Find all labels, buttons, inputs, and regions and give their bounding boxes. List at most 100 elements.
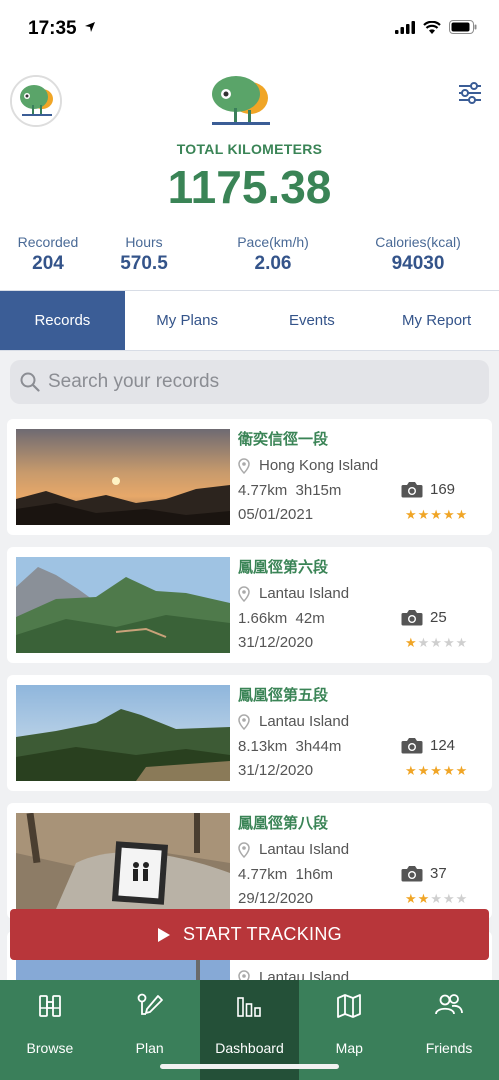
stat-label: Calories(kcal) — [375, 234, 461, 250]
stat-value: 204 — [32, 253, 64, 274]
home-indicator — [160, 1064, 339, 1069]
nav-label: Browse — [26, 1040, 74, 1056]
record-location-text: Hong Kong Island — [259, 457, 379, 474]
record-location-text: Lantau Island — [259, 713, 350, 730]
stat-hours: Hours 570.5 — [104, 234, 184, 275]
photo-count: 25 — [430, 609, 447, 626]
rating-stars: ★★★★★ — [405, 635, 469, 650]
record-location-text: Lantau Island — [259, 841, 350, 858]
location-pin-icon — [238, 713, 250, 730]
nav-label: Plan — [135, 1040, 164, 1056]
stat-value: 570.5 — [120, 253, 168, 274]
stat-label: Recorded — [17, 234, 79, 250]
stats-row: Recorded 204 Hours 570.5 Pace(km/h) 2.06… — [0, 234, 499, 282]
record-photo-count: 124 — [401, 737, 455, 754]
total-kilometers-value: 1175.38 — [167, 161, 332, 213]
location-pin-icon — [238, 585, 250, 602]
nav-browse[interactable]: Browse — [0, 980, 100, 1080]
rating-stars: ★★★★★ — [405, 763, 469, 778]
avatar-logo-icon — [12, 77, 60, 125]
wifi-icon — [423, 20, 441, 34]
status-bar: 17:35 — [0, 0, 499, 58]
signal-icon — [395, 20, 415, 34]
stat-pace: Pace(km/h) 2.06 — [226, 234, 320, 275]
record-title: 鳳凰徑第五段 — [238, 687, 329, 704]
rating-stars: ★★★★★ — [405, 507, 469, 522]
record-location: Lantau Island — [238, 585, 349, 602]
battery-icon — [449, 20, 477, 34]
stat-calories: Calories(kcal) 94030 — [366, 234, 470, 275]
record-photo — [16, 557, 230, 653]
camera-icon — [401, 738, 423, 754]
record-location-text: Lantau Island — [259, 585, 350, 602]
record-date: 05/01/2021 — [238, 506, 314, 523]
records-list[interactable]: Search your records 衛奕信徑一段 Hong Kong Isl… — [0, 351, 499, 980]
record-date: 31/12/2020 — [238, 762, 314, 779]
tab-my-report[interactable]: My Report — [374, 291, 499, 350]
stat-value: 94030 — [391, 253, 445, 274]
record-photo — [16, 813, 230, 909]
stat-label: Pace(km/h) — [237, 234, 309, 250]
record-date: 31/12/2020 — [238, 634, 314, 651]
tab-events[interactable]: Events — [250, 291, 375, 350]
camera-icon — [401, 610, 423, 626]
record-distance-time: 4.77km 1h6m — [238, 866, 334, 883]
start-tracking-label: START TRACKING — [183, 924, 342, 944]
search-input[interactable]: Search your records — [10, 360, 489, 404]
record-location: Hong Kong Island — [238, 457, 378, 474]
binoculars-icon — [38, 995, 61, 1017]
avatar[interactable] — [10, 75, 62, 127]
record-location: Lantau Island — [238, 841, 349, 858]
photo-count: 37 — [430, 865, 447, 882]
record-card[interactable]: 鳳凰徑第八段 Lantau Island 4.77km 1h6m 29/12/2… — [7, 803, 492, 919]
record-date: 29/12/2020 — [238, 890, 314, 907]
record-photo — [16, 429, 230, 525]
camera-icon — [401, 866, 423, 882]
record-card[interactable]: 衛奕信徑一段 Hong Kong Island 4.77km 3h15m 05/… — [7, 419, 492, 535]
location-pin-icon — [238, 841, 250, 858]
location-pin-icon — [238, 457, 250, 474]
record-photo-count: 169 — [401, 481, 455, 498]
nav-label: Dashboard — [215, 1040, 284, 1056]
start-tracking-button[interactable]: START TRACKING — [10, 909, 489, 960]
nav-friends[interactable]: Friends — [399, 980, 499, 1080]
location-pin-icon — [238, 969, 250, 980]
photo-count: 169 — [430, 481, 456, 498]
play-icon — [158, 927, 171, 942]
map-icon — [337, 994, 362, 1018]
record-distance-time: 4.77km 3h15m — [238, 482, 342, 499]
record-photo — [16, 685, 230, 781]
bar-chart-icon — [237, 997, 262, 1017]
friends-icon — [435, 994, 463, 1015]
nav-label: Map — [335, 1040, 363, 1056]
total-kilometers-label: TOTAL KILOMETERS — [176, 141, 323, 157]
pen-route-icon — [137, 993, 163, 1015]
tab-my-plans[interactable]: My Plans — [125, 291, 250, 350]
stat-recorded: Recorded 204 — [10, 234, 86, 275]
record-distance-time: 8.13km 3h44m — [238, 738, 342, 755]
camera-icon — [401, 482, 423, 498]
record-location: Lantau Island — [238, 969, 349, 980]
record-photo-count: 25 — [401, 609, 447, 626]
location-arrow-icon — [85, 22, 95, 32]
record-photo-count: 37 — [401, 865, 447, 882]
nav-label: Friends — [425, 1040, 473, 1056]
stat-label: Hours — [125, 234, 163, 250]
tab-records[interactable]: Records — [0, 291, 125, 350]
stat-value: 2.06 — [254, 253, 292, 274]
filter-settings-icon[interactable] — [457, 82, 483, 104]
record-title: 鳳凰徑第六段 — [238, 559, 329, 576]
record-title: 衛奕信徑一段 — [238, 431, 329, 448]
record-location-text: Lantau Island — [259, 969, 350, 980]
record-title: 鳳凰徑第八段 — [238, 815, 329, 832]
rating-stars: ★★★★★ — [405, 891, 469, 906]
tab-bar: Records My Plans Events My Report — [0, 290, 499, 351]
record-card[interactable]: 鳳凰徑第六段 Lantau Island 1.66km 42m 31/12/20… — [7, 547, 492, 663]
photo-count: 124 — [430, 737, 456, 754]
record-distance-time: 1.66km 42m — [238, 610, 325, 627]
record-location: Lantau Island — [238, 713, 349, 730]
record-card[interactable]: 鳳凰徑第五段 Lantau Island 8.13km 3h44m 31/12/… — [7, 675, 492, 791]
app-logo — [212, 76, 270, 125]
status-time: 17:35 — [28, 18, 77, 39]
search-icon — [20, 372, 40, 392]
